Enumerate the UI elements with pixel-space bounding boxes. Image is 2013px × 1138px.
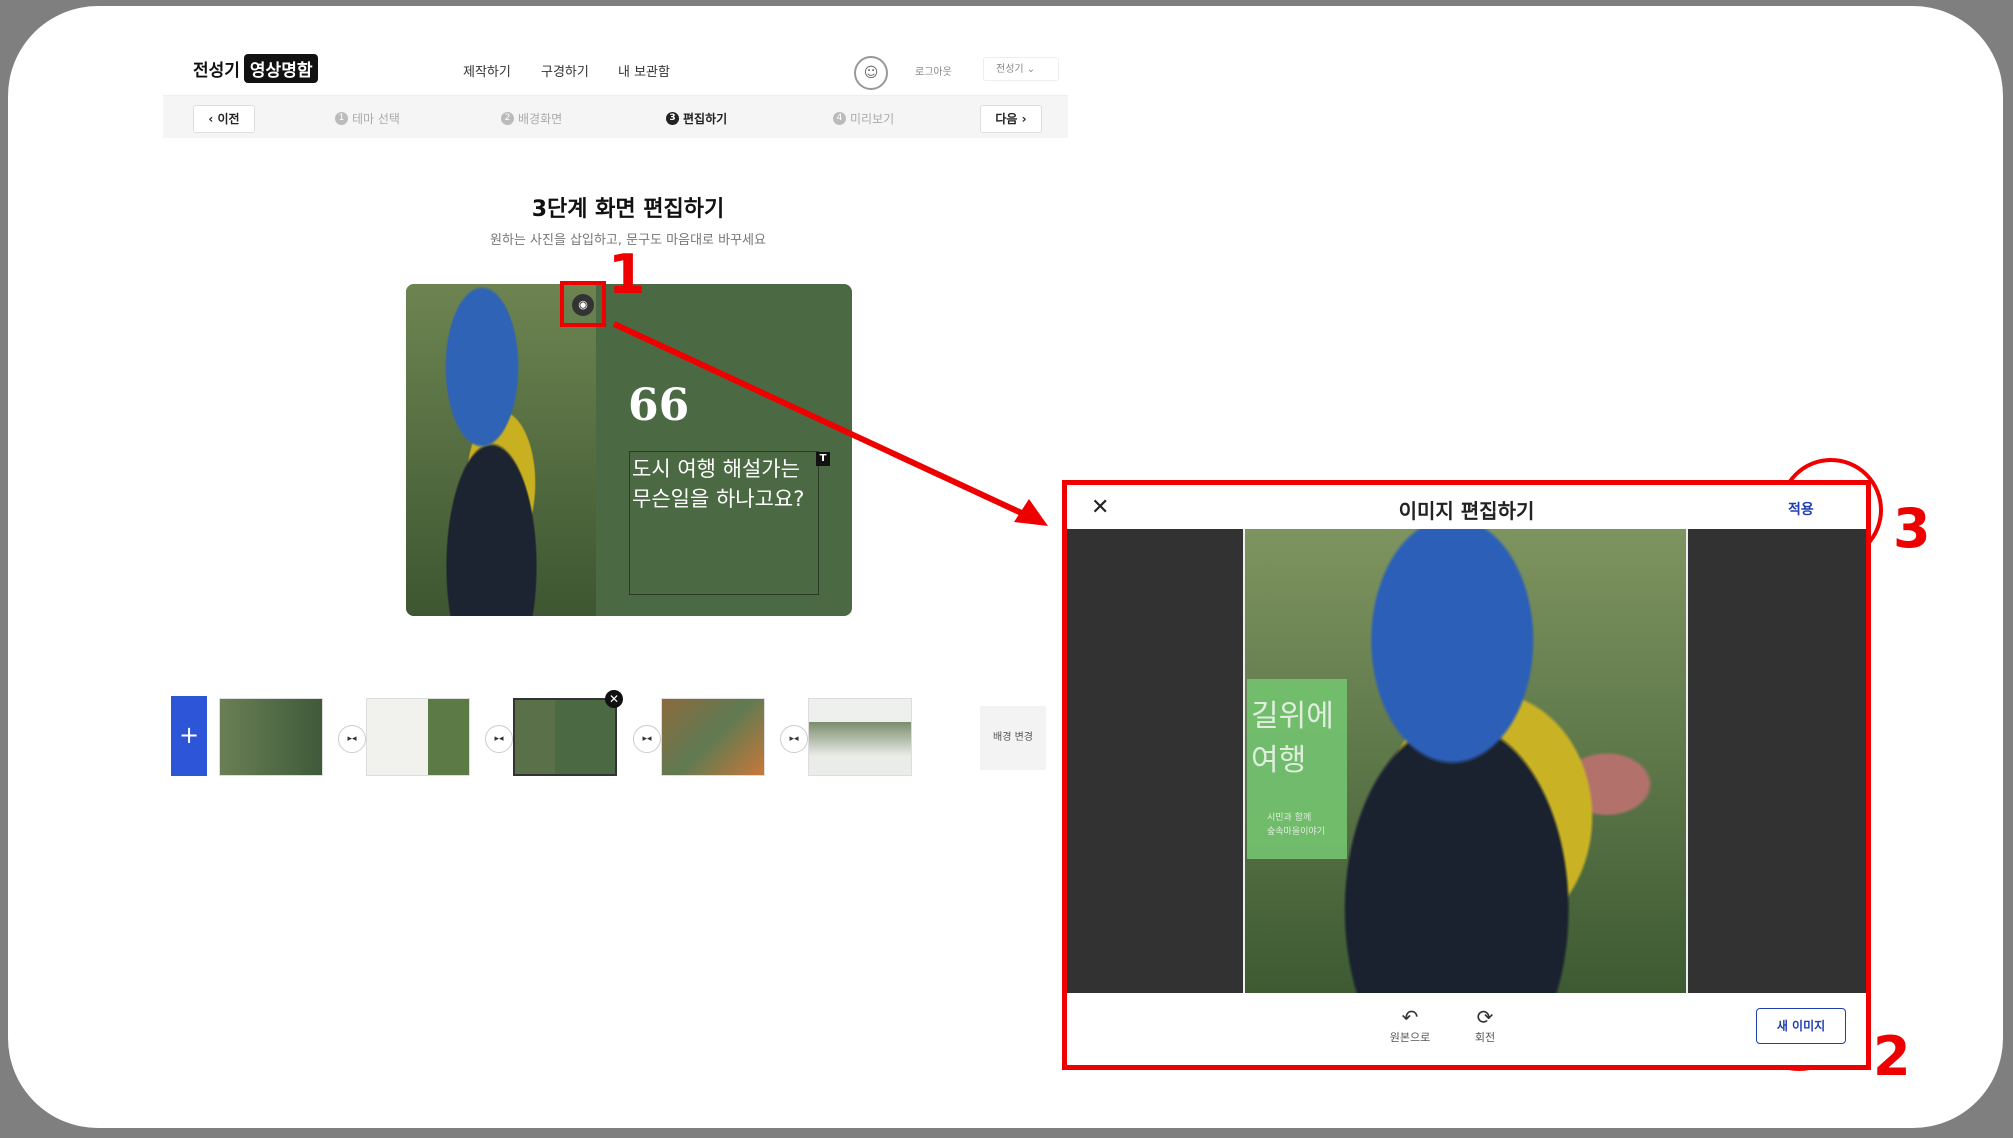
image-edit-modal: ✕ 이미지 편집하기 적용 길위에 여행 시민과 함께 숲속마을이야기 ↶ 원본… bbox=[1062, 480, 1871, 1070]
new-image-button[interactable]: 새 이미지 bbox=[1756, 1008, 1846, 1044]
annotation-arrow-line bbox=[612, 321, 1030, 519]
apply-button[interactable]: 적용 bbox=[1788, 499, 1814, 519]
camera-highlight-box bbox=[560, 281, 606, 327]
annotation-number-3: 3 bbox=[1893, 497, 1931, 560]
undo-icon: ↶ bbox=[1401, 1005, 1419, 1029]
crop-image[interactable]: 길위에 여행 시민과 함께 숲속마을이야기 bbox=[1243, 529, 1688, 993]
annotation-number-1: 1 bbox=[608, 243, 646, 306]
reset-original-button[interactable]: ↶ 원본으로 bbox=[1385, 1005, 1435, 1045]
rotate-icon: ⟳ bbox=[1476, 1005, 1494, 1029]
modal-title: 이미지 편집하기 bbox=[1398, 499, 1535, 523]
rotate-button[interactable]: ⟳ 회전 bbox=[1460, 1005, 1510, 1045]
reset-original-label: 원본으로 bbox=[1389, 1031, 1431, 1044]
flag-subtitle: 시민과 함께 숲속마을이야기 bbox=[1267, 813, 1325, 837]
green-flag: 길위에 여행 시민과 함께 숲속마을이야기 bbox=[1247, 679, 1347, 859]
screenshot-frame: 전성기 영상명함 제작하기 구경하기 내 보관함 ☺ 로그아웃 전성기 ⌄ ‹ … bbox=[8, 6, 2003, 1128]
rotate-label: 회전 bbox=[1474, 1031, 1496, 1044]
crop-stage: 길위에 여행 시민과 함께 숲속마을이야기 bbox=[1067, 529, 1866, 993]
annotation-number-2: 2 bbox=[1873, 1025, 1911, 1088]
flag-title: 길위에 여행 bbox=[1251, 699, 1334, 778]
